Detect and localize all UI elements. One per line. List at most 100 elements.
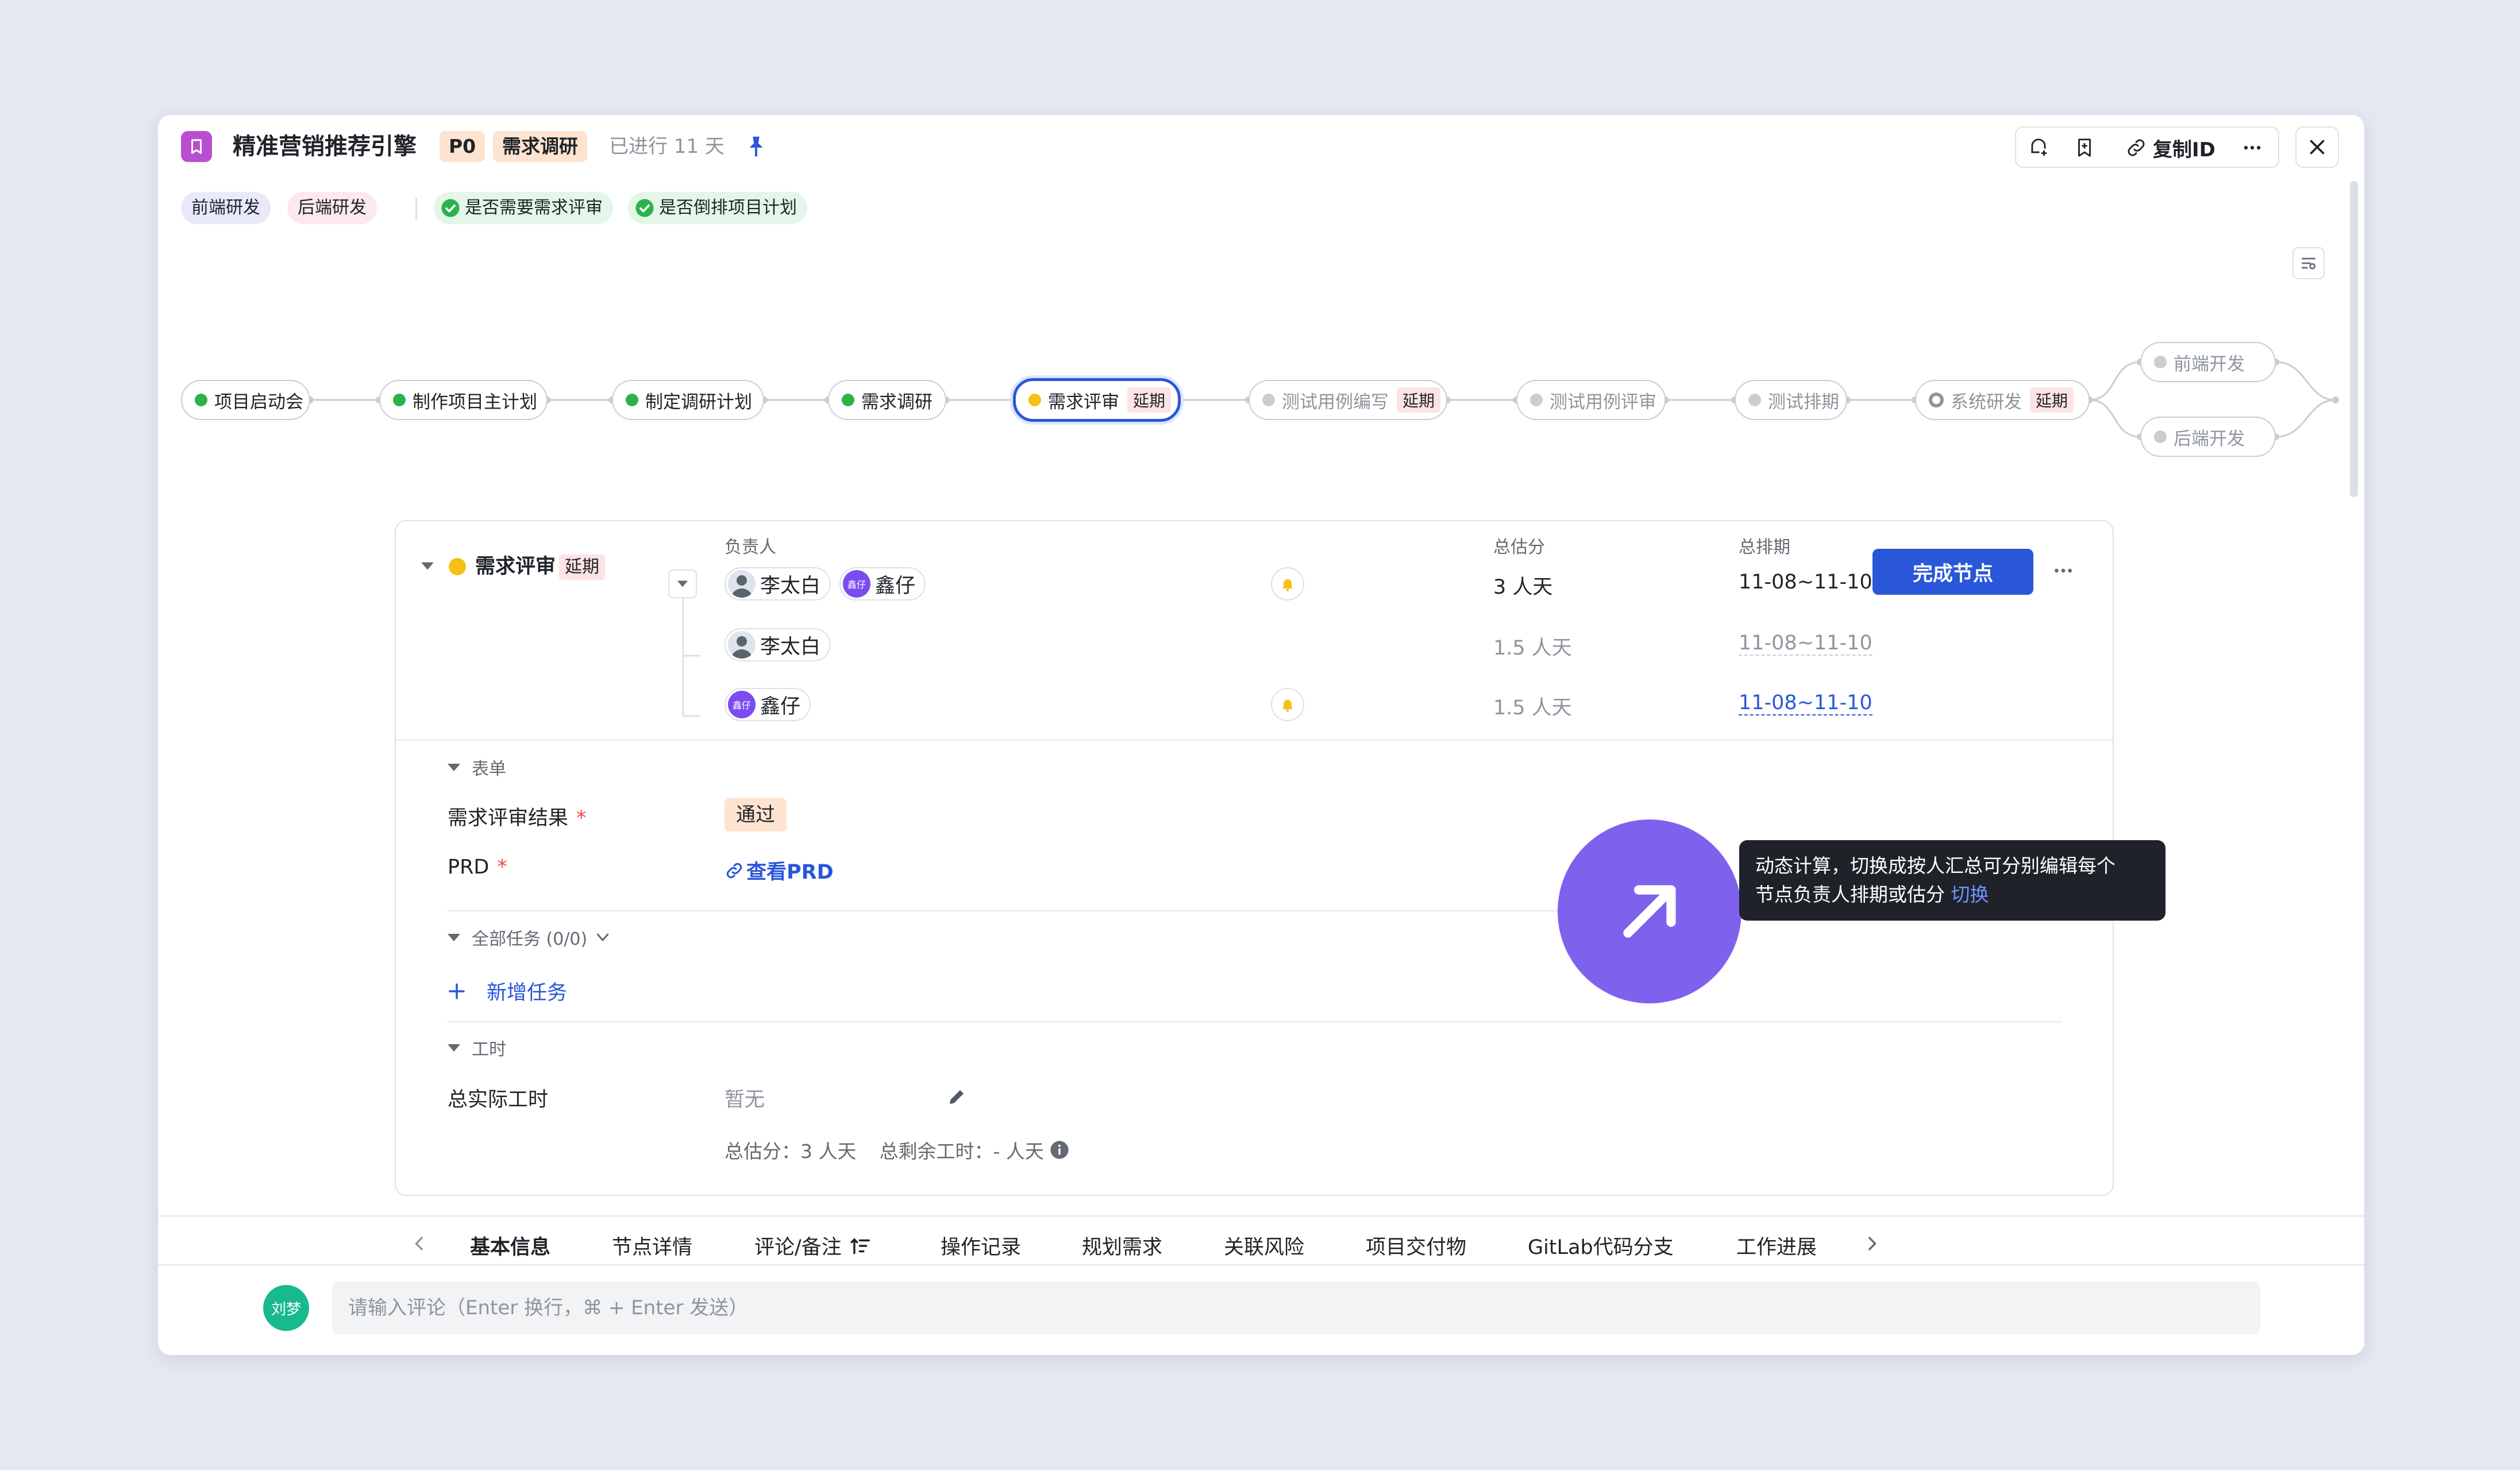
row-estimate-value[interactable]: 1.5 人天 (1493, 691, 1572, 721)
tab-operation-log[interactable]: 操作记录 (941, 1231, 1021, 1260)
owner-chip[interactable]: 鑫仔 鑫仔 (839, 567, 926, 601)
flow-node-system-dev[interactable]: 系统研发 延期 (1915, 380, 2090, 420)
tag-backend[interactable]: 后端研发 (287, 192, 377, 224)
actual-worktime-value: 暂无 (725, 1088, 765, 1111)
expand-owners-button[interactable] (668, 569, 697, 598)
bell-icon (1282, 699, 1293, 712)
flow-settings-button[interactable] (2292, 247, 2325, 279)
flow-node-test-case-writing[interactable]: 测试用例编写 延期 (1249, 380, 1447, 420)
arrow-up-right-icon (1623, 885, 1676, 938)
close-button[interactable] (2295, 126, 2339, 168)
divider (415, 198, 417, 220)
bookmark-button[interactable] (2074, 134, 2095, 161)
add-reminder-button[interactable] (2028, 134, 2049, 161)
schedule-column-header: 总排期 (1739, 537, 1790, 557)
comment-input[interactable]: 请输入评论（Enter 换行，⌘ + Enter 发送） (332, 1282, 2260, 1334)
more-dots-icon[interactable] (2052, 559, 2075, 582)
tab-bar: 基本信息 节点详情 评论/备注 操作记录 规划需求 关联风险 项目交付物 Git… (158, 1215, 2364, 1265)
delay-badge: 延期 (1397, 387, 1441, 413)
pin-icon[interactable] (743, 133, 769, 160)
tooltip-switch-link[interactable]: 切换 (1951, 883, 1989, 906)
status-dot (1262, 394, 1275, 406)
summary-estimate: 总估分：3 人天 (725, 1140, 857, 1163)
view-prd-link[interactable]: 查看PRD (725, 856, 834, 885)
remind-button[interactable] (1271, 688, 1304, 721)
filter-settings-icon (2302, 257, 2315, 270)
total-schedule-value: 11-08~11-10 (1739, 571, 1872, 594)
comment-bar: 刘梦 请输入评论（Enter 换行，⌘ + Enter 发送） (158, 1264, 2364, 1355)
row-estimate-value[interactable]: 1.5 人天 (1493, 632, 1572, 661)
owner-name: 鑫仔 (875, 574, 916, 598)
estimate-column-header: 总估分 (1493, 537, 1545, 557)
flow-node-test-case-review[interactable]: 测试用例评审 (1516, 380, 1666, 420)
tree-lines (682, 598, 700, 717)
owner-chip[interactable]: 李太白 (725, 567, 831, 601)
edit-pencil-icon[interactable] (946, 1087, 967, 1107)
tab-planned-requirements[interactable]: 规划需求 (1082, 1231, 1162, 1260)
reminder-plus-icon (2031, 138, 2047, 156)
review-result-label: 需求评审结果 * (448, 802, 587, 831)
caret-down-icon (448, 763, 460, 771)
review-result-value[interactable]: 通过 (725, 798, 787, 832)
flow-node-test-schedule[interactable]: 测试排期 (1735, 380, 1847, 420)
status-dot (2154, 356, 2167, 368)
tab-deliverables[interactable]: 项目交付物 (1366, 1231, 1466, 1260)
flow-node-label: 系统研发 (1951, 391, 2022, 413)
collapse-caret-icon[interactable] (420, 560, 435, 572)
tab-comments[interactable]: 评论/备注 (754, 1231, 872, 1260)
current-user-avatar: 刘梦 (263, 1285, 309, 1331)
plus-icon (449, 983, 465, 999)
info-icon[interactable] (1050, 1140, 1069, 1160)
form-section-label: 表单 (472, 759, 506, 779)
tab-related-risks[interactable]: 关联风险 (1224, 1231, 1304, 1260)
flow-node-research-plan[interactable]: 制定调研计划 (612, 380, 764, 420)
stage-badge[interactable]: 需求调研 (493, 131, 587, 162)
flow-node-backend-dev[interactable]: 后端开发 (2140, 417, 2276, 457)
delay-badge: 延期 (1127, 387, 1172, 413)
flow-node-master-plan[interactable]: 制作项目主计划 (379, 380, 548, 420)
flow-node-kickoff[interactable]: 项目启动会 (181, 380, 310, 420)
tab-work-progress[interactable]: 工作进展 (1736, 1231, 1817, 1260)
scrollbar[interactable] (2350, 181, 2358, 497)
close-icon (2310, 140, 2325, 155)
chevron-right-icon[interactable] (1862, 1234, 1882, 1253)
view-prd-label: 查看PRD (746, 861, 834, 884)
row-schedule-value[interactable]: 11-08~11-10 (1739, 632, 1872, 656)
remind-button[interactable] (1271, 567, 1304, 601)
tab-node-details[interactable]: 节点详情 (612, 1231, 692, 1260)
summary-remaining: 总剩余工时：- 人天 (879, 1140, 1044, 1163)
flow-node-frontend-dev[interactable]: 前端开发 (2140, 342, 2276, 382)
flow-node-label: 后端开发 (2174, 428, 2245, 449)
tooltip-line1: 动态计算，切换成按人汇总可分别编辑每个 (1755, 855, 2116, 877)
row-schedule-value[interactable]: 11-08~11-10 (1739, 691, 1872, 715)
add-task-button[interactable]: 新增任务 (448, 976, 567, 1006)
owner-chip[interactable]: 李太白 (725, 628, 831, 661)
tag-reverse-plan[interactable]: 是否倒排项目计划 (628, 192, 807, 224)
copy-id-button[interactable]: 复制ID (2125, 134, 2215, 161)
tag-need-review[interactable]: 是否需要需求评审 (434, 192, 613, 224)
flow-node-review[interactable]: 需求评审 延期 (1013, 378, 1181, 422)
flow-node-research[interactable]: 需求调研 (828, 380, 946, 420)
form-section-header[interactable]: 表单 (448, 755, 506, 780)
copy-id-label: 复制ID (2153, 138, 2215, 161)
check-circle-icon (441, 199, 460, 217)
flow-node-label: 需求评审 (1048, 391, 1119, 413)
owner-name: 鑫仔 (760, 695, 801, 718)
tab-basic-info[interactable]: 基本信息 (470, 1231, 550, 1260)
worktime-section-header[interactable]: 工时 (448, 1035, 506, 1060)
prd-label-text: PRD (448, 856, 490, 879)
flow-node-label: 需求调研 (861, 391, 933, 413)
node-name: 需求评审 (475, 555, 556, 578)
caret-down-icon (448, 1044, 460, 1052)
priority-badge[interactable]: P0 (440, 131, 485, 162)
owner-chip[interactable]: 鑫仔 鑫仔 (725, 688, 811, 721)
complete-node-button[interactable]: 完成节点 (1872, 549, 2033, 595)
chevron-left-icon[interactable] (410, 1234, 429, 1253)
flow-node-label: 测试用例评审 (1550, 391, 1656, 413)
tab-gitlab-branches[interactable]: GitLab代码分支 (1528, 1231, 1674, 1260)
tasks-section-header[interactable]: 全部任务 (0/0) (448, 925, 611, 950)
more-button[interactable] (2241, 134, 2263, 161)
tag-frontend[interactable]: 前端研发 (181, 192, 271, 224)
flow-node-label: 前端开发 (2174, 353, 2245, 375)
bell-icon (1282, 579, 1293, 591)
